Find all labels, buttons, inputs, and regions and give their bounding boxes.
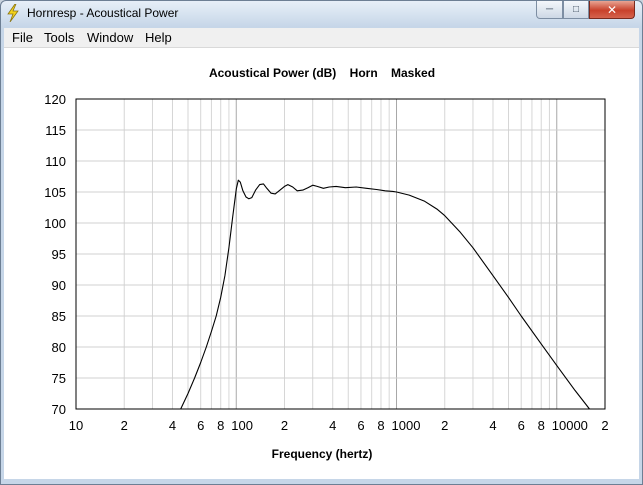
y-tick-label: 75 [52,371,66,386]
y-tick-label: 90 [52,278,66,293]
close-icon: ✕ [606,2,618,17]
close-button[interactable]: ✕ [589,1,635,19]
x-tick-label: 2 [281,418,288,433]
y-tick-label: 80 [52,340,66,355]
menu-bar: File Tools Window Help [4,28,639,48]
maximize-icon: □ [572,4,580,15]
y-tick-label: 70 [52,402,66,417]
title-bar[interactable]: Hornresp - Acoustical Power ─ □ ✕ [1,1,642,27]
x-tick-label: 100 [231,418,253,433]
x-tick-label: 4 [489,418,496,433]
menu-window[interactable]: Window [87,30,133,45]
x-tick-label: 8 [377,418,384,433]
menu-help[interactable]: Help [145,30,172,45]
chart-area: Acoustical Power (dB) Horn Masked 120 115… [4,48,639,479]
x-axis-title: Frequency (hertz) [271,447,373,461]
window-title: Hornresp - Acoustical Power [27,6,179,20]
y-tick-label: 85 [52,309,66,324]
x-tick-label: 4 [169,418,176,433]
y-tick-label: 105 [44,185,66,200]
x-tick-label: 6 [518,418,525,433]
x-tick-label: 8 [538,418,545,433]
x-tick-label: 2 [601,418,608,433]
maximize-button[interactable]: □ [563,1,589,19]
x-tick-label: 8 [217,418,224,433]
x-tick-label: 6 [357,418,364,433]
x-tick-label: 10 [69,418,83,433]
acoustical-power-chart: 12011511010510095908580757010 2 4 6 8 100 2 4 6 8… [44,92,608,433]
menu-tools[interactable]: Tools [44,30,74,45]
x-tick-label: 2 [441,418,448,433]
minimize-icon: ─ [545,4,554,15]
hornresp-app-icon [7,4,19,22]
y-tick-label: 110 [45,154,66,169]
y-tick-label: 120 [44,92,66,107]
x-tick-label: 2 [121,418,128,433]
y-tick-label: 100 [44,216,66,231]
x-tick-label: 1000 [392,418,421,433]
app-window: Hornresp - Acoustical Power ─ □ ✕ File T… [0,0,643,485]
power-response-line [180,179,590,410]
x-tick-label: 10000 [552,418,588,433]
y-tick-label: 95 [52,247,66,262]
y-tick-label: 115 [45,123,66,138]
minimize-button[interactable]: ─ [536,1,563,19]
x-tick-label: 4 [329,418,336,433]
x-tick-label: 6 [197,418,204,433]
menu-file[interactable]: File [12,30,33,45]
